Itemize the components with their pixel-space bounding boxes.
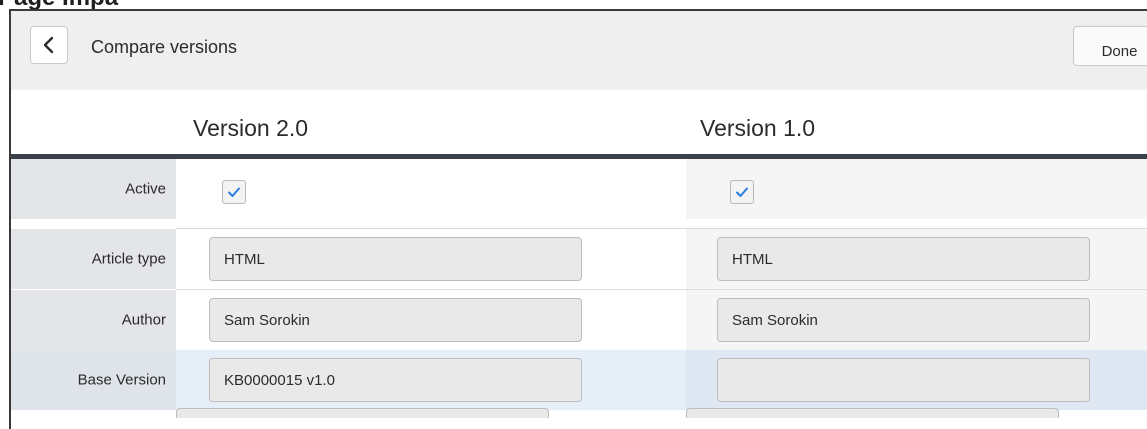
row-label-cell: Base Version — [11, 350, 176, 410]
done-button[interactable]: Done — [1073, 26, 1147, 66]
active-checkbox-right[interactable] — [730, 180, 754, 204]
row-label-cell: Author — [11, 290, 176, 350]
version-right-heading: Version 1.0 — [700, 115, 816, 141]
left-value-cell: HTML — [176, 229, 686, 289]
left-value-cell: Sam Sorokin — [176, 290, 686, 350]
checkmark-icon — [736, 187, 748, 197]
left-value-cell — [176, 159, 686, 219]
next-row-field-left[interactable] — [176, 408, 549, 418]
author-field-right[interactable]: Sam Sorokin — [717, 298, 1090, 342]
checkmark-icon — [228, 187, 240, 197]
compare-versions-panel: Compare versions Done Version 2.0 Versio… — [9, 9, 1147, 429]
row-label-cell: Article type — [11, 229, 176, 289]
version-left-heading: Version 2.0 — [193, 115, 309, 141]
article-type-field-right[interactable]: HTML — [717, 237, 1090, 281]
version-columns-header: Version 2.0 Version 1.0 — [11, 90, 1147, 154]
article-type-field-left[interactable]: HTML — [209, 237, 582, 281]
header-bar: Compare versions Done — [11, 11, 1147, 90]
right-value-cell: HTML — [686, 229, 1147, 289]
active-checkbox-left[interactable] — [222, 180, 246, 204]
base-version-field-left[interactable]: KB0000015 v1.0 — [209, 358, 582, 402]
row-label-cell: Active — [11, 159, 176, 219]
row-label: Author — [121, 311, 166, 329]
right-value-cell: Sam Sorokin — [686, 290, 1147, 350]
next-row-field-right[interactable] — [686, 408, 1059, 418]
right-value-cell — [686, 350, 1147, 418]
compare-row-article-type: Article type HTML HTML — [11, 229, 1147, 289]
row-label: Active — [125, 180, 166, 198]
back-button[interactable] — [30, 26, 68, 64]
chevron-left-icon — [43, 36, 54, 54]
right-value-cell — [686, 159, 1147, 219]
page-title: Compare versions — [91, 37, 238, 57]
author-field-left[interactable]: Sam Sorokin — [209, 298, 582, 342]
compare-row-base-version: Base Version KB0000015 v1.0 — [11, 350, 1147, 418]
compare-row-active: Active — [11, 159, 1147, 219]
base-version-field-right[interactable] — [717, 358, 1090, 402]
row-label: Article type — [91, 250, 166, 268]
compare-row-author: Author Sam Sorokin Sam Sorokin — [11, 290, 1147, 350]
left-value-cell: KB0000015 v1.0 — [176, 350, 686, 418]
row-label: Base Version — [77, 371, 166, 389]
